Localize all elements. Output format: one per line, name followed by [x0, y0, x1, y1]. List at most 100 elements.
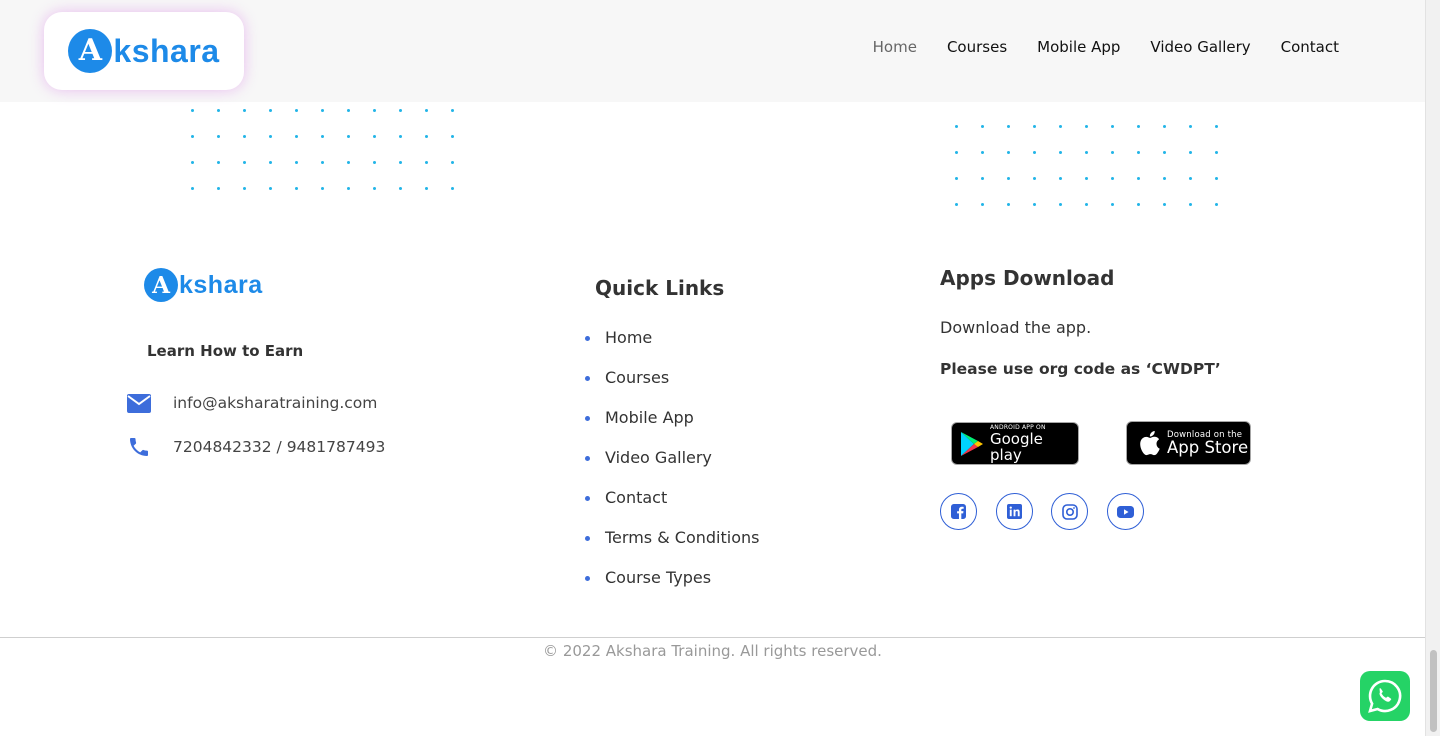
scrollbar-thumb[interactable]: [1430, 650, 1437, 732]
footer-divider: [0, 637, 1425, 638]
phone-number[interactable]: 7204842332 / 9481787493: [173, 438, 385, 456]
decorative-dot: [269, 161, 272, 164]
decorative-dot: [243, 109, 246, 112]
copyright: © 2022 Akshara Training. All rights rese…: [543, 642, 882, 660]
decorative-dot: [373, 187, 376, 190]
phone-icon: [127, 435, 151, 459]
youtube-link[interactable]: [1107, 493, 1144, 530]
decorative-dot: [347, 109, 350, 112]
decorative-dot: [321, 109, 324, 112]
quick-link-video-gallery[interactable]: Video Gallery: [585, 448, 759, 488]
decorative-dot: [451, 109, 454, 112]
decorative-dot: [243, 161, 246, 164]
logo-text: kshara: [113, 32, 220, 69]
logo-letter: A: [68, 29, 113, 73]
decorative-dot: [373, 161, 376, 164]
dot-pattern-left: [191, 109, 454, 190]
quick-link-home[interactable]: Home: [585, 328, 759, 368]
decorative-dot: [1111, 203, 1114, 206]
google-play-button[interactable]: Android App on Google play: [951, 422, 1079, 465]
facebook-link[interactable]: [940, 493, 977, 530]
quick-link-mobile-app[interactable]: Mobile App: [585, 408, 759, 448]
decorative-dot: [295, 187, 298, 190]
decorative-dot: [1007, 177, 1010, 180]
decorative-dot: [399, 187, 402, 190]
decorative-dot: [217, 161, 220, 164]
decorative-dot: [321, 161, 324, 164]
decorative-dot: [955, 203, 958, 206]
nav-mobile-app[interactable]: Mobile App: [1037, 38, 1120, 56]
page-scrollbar[interactable]: [1425, 0, 1440, 736]
decorative-dot: [217, 135, 220, 138]
decorative-dot: [1189, 177, 1192, 180]
decorative-dot: [1163, 177, 1166, 180]
decorative-dot: [1111, 151, 1114, 154]
decorative-dot: [425, 109, 428, 112]
decorative-dot: [1007, 203, 1010, 206]
decorative-dot: [191, 109, 194, 112]
nav-contact[interactable]: Contact: [1281, 38, 1339, 56]
decorative-dot: [243, 135, 246, 138]
decorative-dot: [1085, 203, 1088, 206]
nav-video-gallery[interactable]: Video Gallery: [1150, 38, 1250, 56]
decorative-dot: [191, 135, 194, 138]
footer-logo[interactable]: A kshara: [144, 268, 263, 302]
header-logo[interactable]: A kshara: [44, 12, 244, 90]
decorative-dot: [1085, 177, 1088, 180]
decorative-dot: [451, 187, 454, 190]
decorative-dot: [1085, 151, 1088, 154]
decorative-dot: [399, 135, 402, 138]
nav-home[interactable]: Home: [873, 38, 917, 56]
email-link[interactable]: info@aksharatraining.com: [173, 394, 377, 412]
decorative-dot: [269, 187, 272, 190]
whatsapp-button[interactable]: [1360, 671, 1410, 721]
decorative-dot: [1189, 203, 1192, 206]
decorative-dot: [295, 161, 298, 164]
decorative-dot: [1059, 177, 1062, 180]
google-play-icon: [960, 431, 984, 457]
logo: A kshara: [68, 29, 219, 73]
app-store-big-text: App Store: [1167, 438, 1249, 457]
decorative-dot: [425, 161, 428, 164]
quick-link-courses[interactable]: Courses: [585, 368, 759, 408]
decorative-dot: [1085, 125, 1088, 128]
apps-download-description: Download the app.: [940, 318, 1092, 337]
decorative-dot: [1215, 151, 1218, 154]
dot-pattern-right: [955, 125, 1218, 206]
decorative-dot: [321, 135, 324, 138]
decorative-dot: [1189, 125, 1192, 128]
decorative-dot: [1163, 203, 1166, 206]
decorative-dot: [373, 109, 376, 112]
quick-link-course-types[interactable]: Course Types: [585, 568, 759, 608]
decorative-dot: [451, 161, 454, 164]
quick-link-label: Mobile App: [605, 408, 694, 427]
decorative-dot: [1033, 203, 1036, 206]
quick-link-label: Contact: [605, 488, 668, 507]
instagram-icon: [1061, 503, 1078, 520]
quick-links-title: Quick Links: [595, 276, 725, 300]
logo-letter: A: [144, 268, 178, 302]
instagram-link[interactable]: [1051, 493, 1088, 530]
bullet: [585, 456, 590, 461]
logo-text: kshara: [179, 270, 263, 299]
decorative-dot: [269, 135, 272, 138]
envelope-icon: [127, 391, 151, 415]
decorative-dot: [243, 187, 246, 190]
whatsapp-icon: [1366, 677, 1404, 715]
decorative-dot: [373, 135, 376, 138]
decorative-dot: [955, 177, 958, 180]
decorative-dot: [1163, 151, 1166, 154]
decorative-dot: [399, 109, 402, 112]
decorative-dot: [981, 203, 984, 206]
decorative-dot: [1059, 125, 1062, 128]
bullet: [585, 376, 590, 381]
quick-link-label: Video Gallery: [605, 448, 712, 467]
quick-link-contact[interactable]: Contact: [585, 488, 759, 528]
quick-link-terms[interactable]: Terms & Conditions: [585, 528, 759, 568]
linkedin-link[interactable]: [996, 493, 1033, 530]
decorative-dot: [1007, 151, 1010, 154]
decorative-dot: [347, 135, 350, 138]
nav-courses[interactable]: Courses: [947, 38, 1007, 56]
decorative-dot: [191, 187, 194, 190]
app-store-button[interactable]: Download on the App Store: [1126, 421, 1251, 465]
